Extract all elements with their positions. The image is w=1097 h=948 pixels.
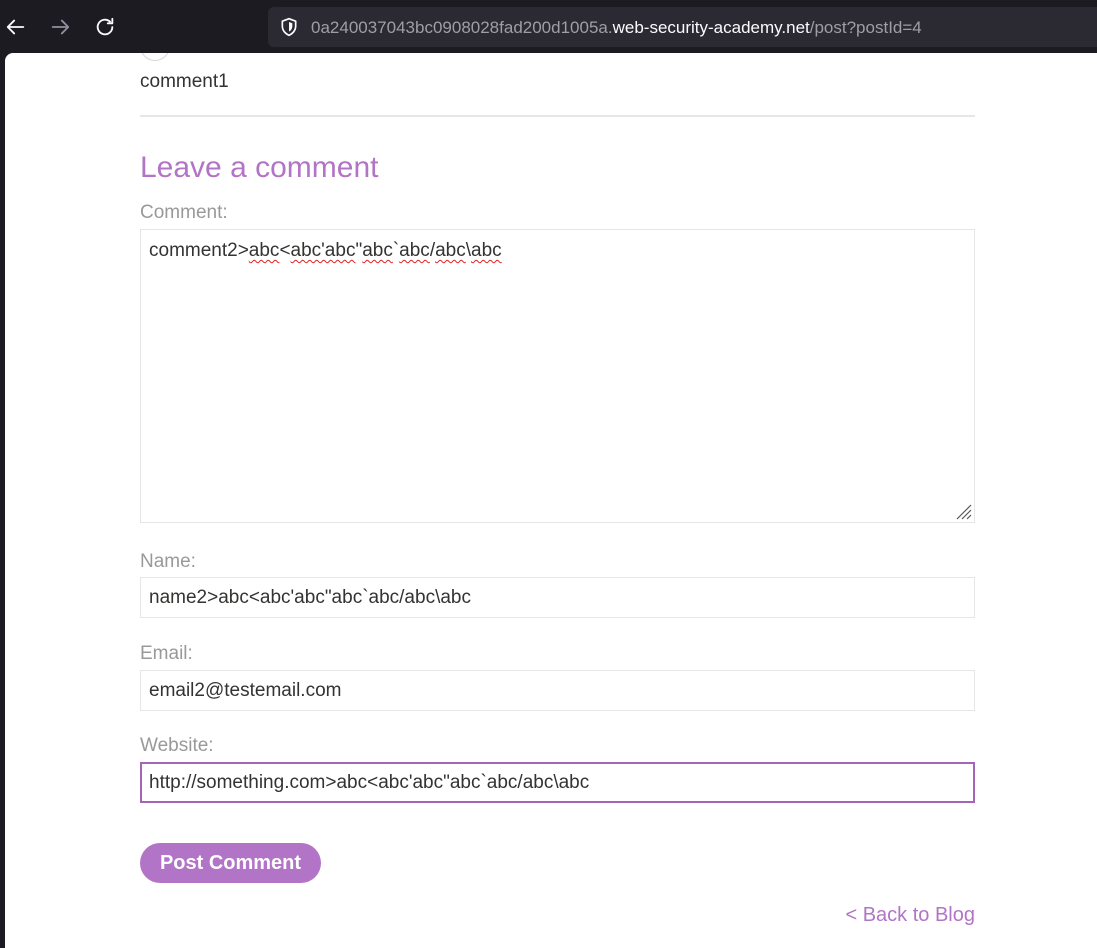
comment-text-part: abc bbox=[471, 240, 502, 261]
back-button[interactable] bbox=[0, 11, 32, 43]
comment-text-part: abc bbox=[362, 240, 393, 261]
url-path: /post?postId=4 bbox=[809, 18, 922, 37]
website-input[interactable]: http://something.com>abc<abc'abc"abc`abc… bbox=[140, 762, 975, 803]
arrow-right-icon bbox=[51, 19, 70, 35]
email-label: Email: bbox=[140, 643, 193, 664]
url-prefix: 0a240037043bc0908028fad200d1005a. bbox=[311, 18, 613, 37]
comment-text-part: < bbox=[279, 240, 291, 261]
comment-text-part: abc bbox=[399, 240, 430, 261]
name-label: Name: bbox=[140, 551, 196, 572]
email-input[interactable]: email2@testemail.com bbox=[140, 670, 975, 711]
leave-comment-heading: Leave a comment bbox=[140, 151, 379, 184]
comment-text-part: comment2> bbox=[149, 240, 249, 261]
url-bar[interactable]: 0a240037043bc0908028fad200d1005a.web-sec… bbox=[268, 7, 1097, 47]
forward-button[interactable] bbox=[44, 11, 76, 43]
website-label: Website: bbox=[140, 735, 214, 756]
reload-icon bbox=[96, 17, 114, 36]
comment-label: Comment: bbox=[140, 202, 228, 223]
comment-textarea[interactable]: comment2>abc<abc'abc"abc`abc/abc\abc bbox=[140, 229, 975, 523]
shield-icon[interactable] bbox=[279, 17, 299, 37]
name-input[interactable]: name2>abc<abc'abc"abc`abc/abc\abc bbox=[140, 577, 975, 618]
resize-grip-icon[interactable] bbox=[954, 502, 972, 520]
url-host: web-security-academy.net bbox=[612, 18, 810, 37]
comment-text-part: abc'abc bbox=[290, 240, 356, 261]
reload-button[interactable] bbox=[89, 11, 121, 43]
arrow-left-icon bbox=[6, 19, 25, 35]
avatar bbox=[140, 53, 170, 61]
divider bbox=[140, 115, 975, 117]
page-content: comment1 Leave a comment Comment: commen… bbox=[5, 53, 1097, 948]
comment-text-part: abc bbox=[248, 240, 280, 261]
previous-comment-text: comment1 bbox=[140, 71, 229, 92]
url-text[interactable]: 0a240037043bc0908028fad200d1005a.web-sec… bbox=[311, 18, 922, 38]
post-comment-button[interactable]: Post Comment bbox=[140, 843, 321, 883]
comment-text-part: abc bbox=[435, 240, 466, 261]
browser-toolbar: 0a240037043bc0908028fad200d1005a.web-sec… bbox=[0, 0, 1097, 56]
back-to-blog-link[interactable]: < Back to Blog bbox=[845, 904, 975, 927]
